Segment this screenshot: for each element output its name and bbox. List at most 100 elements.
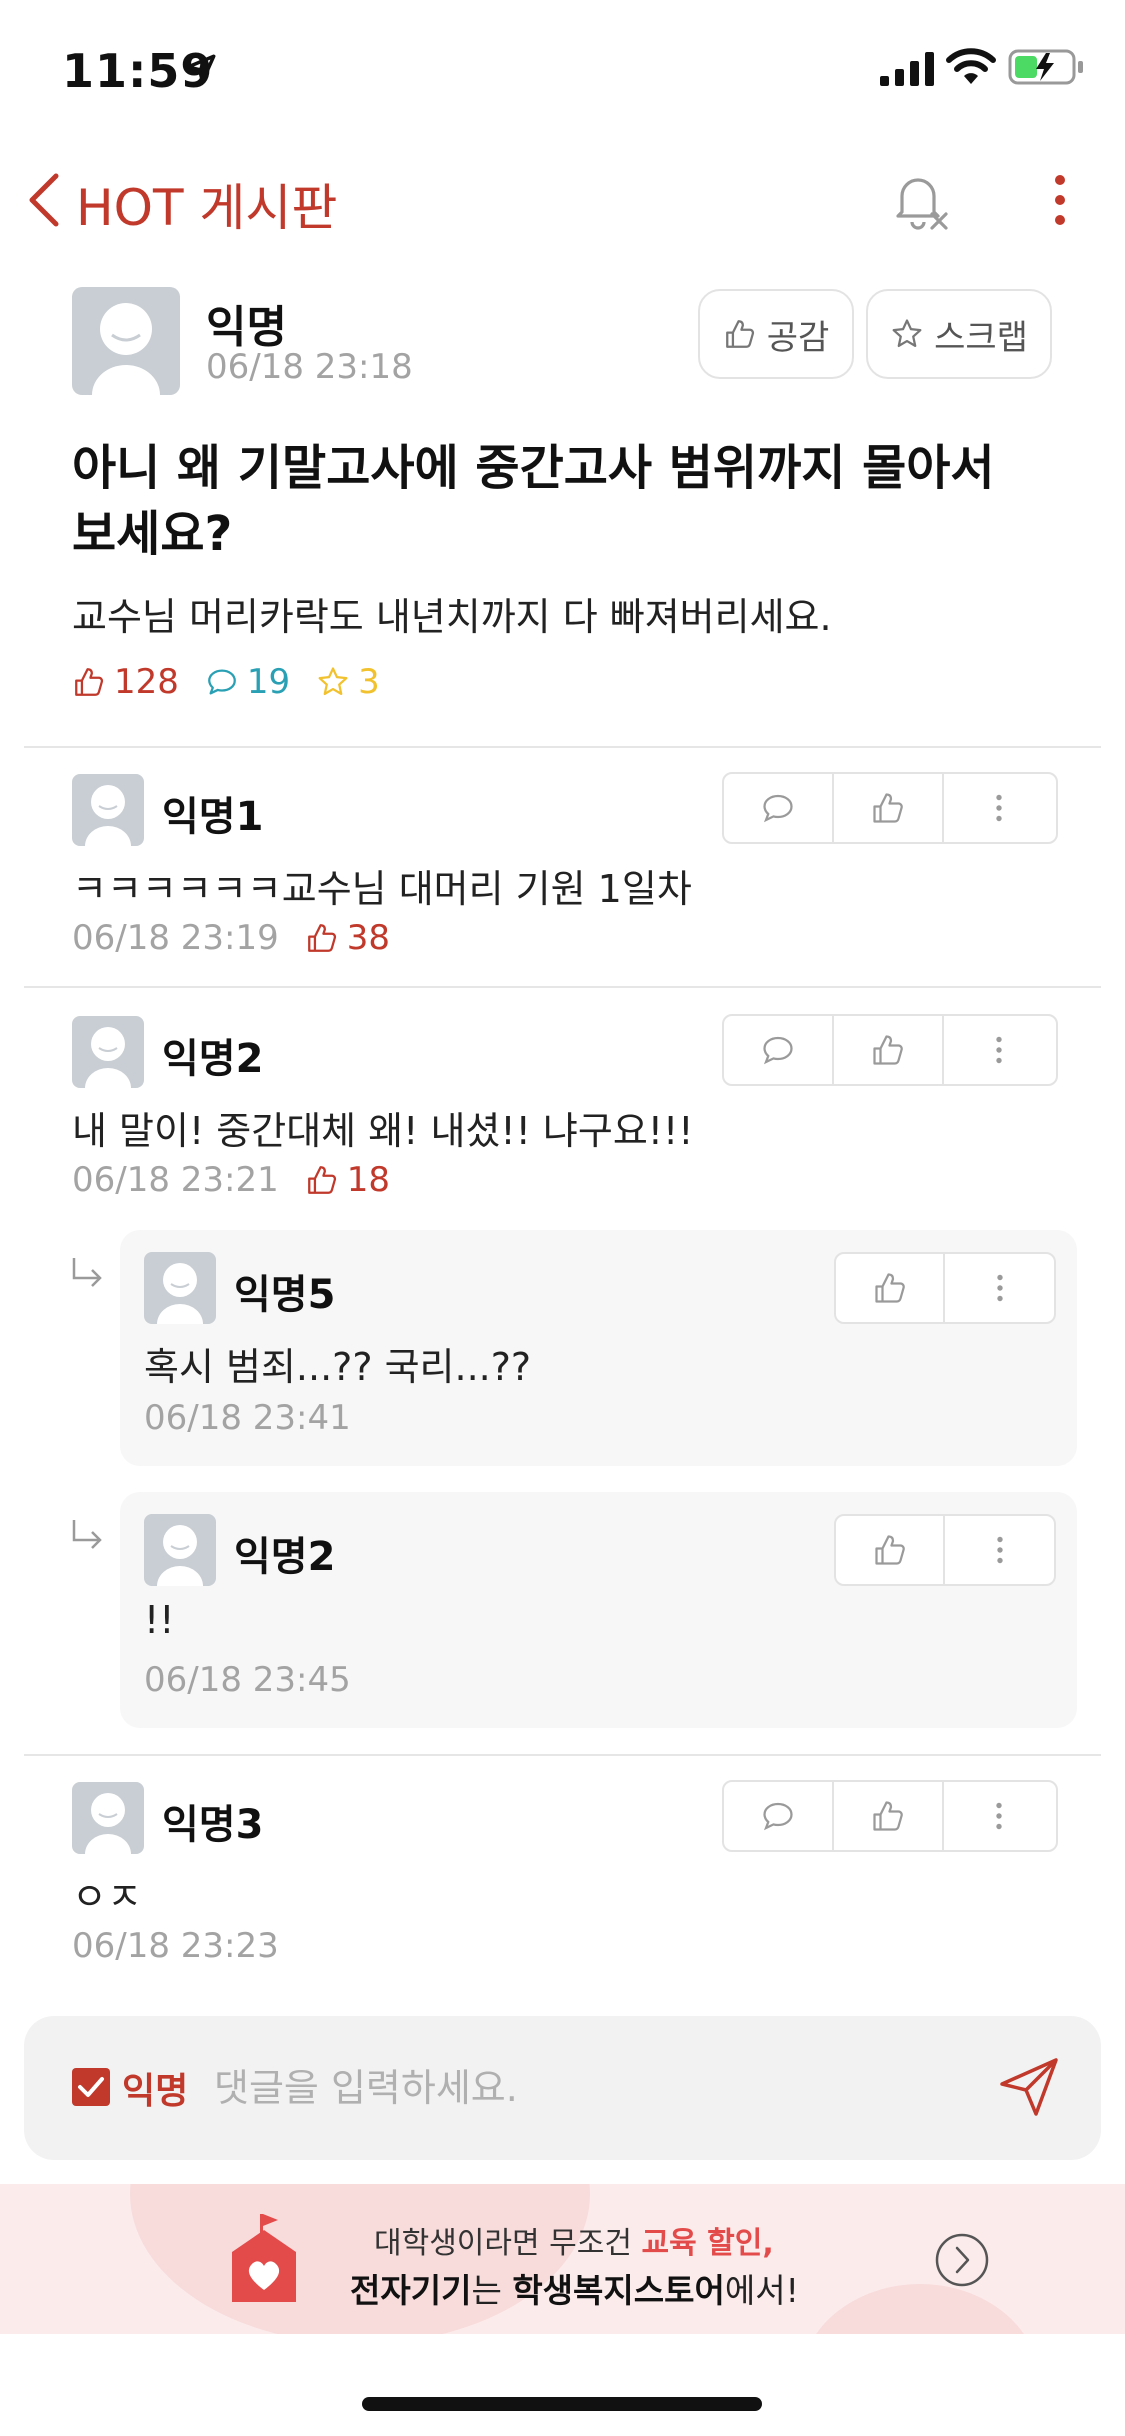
thumbs-up-icon — [307, 1166, 336, 1194]
more-vertical-icon — [996, 1036, 1002, 1064]
comment-author: 익명1 — [162, 794, 264, 840]
reply-button[interactable] — [724, 774, 834, 842]
comment-text: ㅇㅈ — [72, 1875, 142, 1919]
like-count-value: 128 — [114, 662, 179, 702]
comment-author: 익명2 — [162, 1036, 264, 1082]
comment-actions — [722, 1780, 1058, 1852]
scrap-button-label: 스크랩 — [934, 317, 1028, 358]
more-vertical-icon — [996, 1536, 1003, 1564]
comment-actions — [722, 1014, 1058, 1086]
reply-actions — [834, 1514, 1056, 1586]
comment-likes-value: 38 — [346, 918, 391, 958]
thumbs-up-icon — [307, 924, 336, 952]
more-vertical-icon — [996, 1802, 1002, 1830]
reply-text: !! — [144, 1598, 175, 1642]
thumbs-up-icon — [873, 793, 903, 823]
banner-text: 전자기기 — [350, 2271, 472, 2310]
avatar — [144, 1252, 216, 1324]
speech-bubble-icon — [763, 1036, 793, 1065]
reply-button[interactable] — [724, 1016, 834, 1084]
reply-button[interactable] — [724, 1782, 834, 1850]
battery-charging-icon — [1008, 49, 1083, 85]
thumbs-up-icon — [874, 1273, 905, 1303]
avatar — [72, 1782, 144, 1854]
reply-more-button[interactable] — [945, 1254, 1054, 1322]
post-author: 익명 — [206, 302, 287, 353]
banner-text: 는 — [471, 2271, 513, 2310]
thumbs-up-icon — [725, 320, 754, 348]
comment-more-button[interactable] — [944, 774, 1054, 842]
comment-author: 익명3 — [162, 1802, 264, 1848]
reply-like-button[interactable] — [836, 1516, 946, 1584]
avatar — [72, 287, 180, 395]
divider — [24, 746, 1101, 748]
signal-icon — [880, 52, 934, 86]
speech-bubble-icon — [763, 794, 793, 823]
post-time: 06/18 23:18 — [206, 347, 413, 387]
scrap-count-value: 3 — [358, 662, 380, 702]
comment-like-button[interactable] — [834, 1782, 944, 1850]
post-body: 교수님 머리카락도 내년치까지 다 빠져버리세요. — [72, 595, 832, 639]
comment-like-button[interactable] — [834, 774, 944, 842]
reply-author: 익명2 — [234, 1534, 336, 1580]
reply-author: 익명5 — [234, 1272, 336, 1318]
thumbs-up-icon — [873, 1801, 903, 1831]
more-vertical-icon — [996, 794, 1002, 822]
home-indicator — [362, 2397, 762, 2411]
reply-time: 06/18 23:41 — [144, 1398, 351, 1438]
comment-input[interactable] — [214, 2056, 994, 2120]
comment-text: ㅋㅋㅋㅋㅋㅋ교수님 대머리 기원 1일차 — [72, 867, 692, 911]
status-bar: 11:59 — [0, 0, 1125, 140]
wifi-icon — [946, 48, 996, 84]
comment: 익명2 내 말이! 중간대체 왜! 내셨!! 냐구요!!! 06/18 23:2… — [0, 1012, 1125, 1212]
comment-likes: 18 — [305, 1160, 390, 1200]
scrap-button[interactable]: 스크랩 — [866, 289, 1052, 379]
like-button[interactable]: 공감 — [698, 289, 854, 379]
thumbs-up-icon — [75, 668, 104, 696]
banner-text: 학생복지스토어 — [512, 2271, 725, 2310]
banner-text: 에서! — [724, 2271, 799, 2310]
board-title: HOT 게시판 — [76, 179, 338, 237]
reply-more-button[interactable] — [945, 1516, 1054, 1584]
speech-bubble-icon — [208, 669, 236, 695]
like-count: 128 — [72, 662, 179, 702]
reply: 익명2 !! 06/18 23:45 — [120, 1492, 1077, 1728]
post-title: 아니 왜 기말고사에 중간고사 범위까지 몰아서 보세요? — [72, 440, 995, 562]
comment-actions — [722, 772, 1058, 844]
divider — [24, 1754, 1101, 1756]
anonymous-checkbox[interactable] — [72, 2068, 110, 2106]
comment-more-button[interactable] — [944, 1016, 1054, 1084]
banner-decoration — [800, 2284, 1040, 2334]
more-vertical-icon[interactable] — [1050, 170, 1070, 230]
location-arrow-icon — [186, 54, 216, 84]
more-vertical-icon — [996, 1274, 1003, 1302]
reply-time: 06/18 23:45 — [144, 1660, 351, 1700]
promo-banner[interactable]: 대학생이라면 무조건 교육 할인, 전자기기는 학생복지스토어에서! — [0, 2184, 1125, 2334]
avatar — [72, 774, 144, 846]
comment-input-bar: 익명 — [24, 2016, 1101, 2160]
speech-bubble-icon — [763, 1802, 793, 1831]
comment-time: 06/18 23:23 — [72, 1926, 279, 1966]
bell-off-icon[interactable] — [890, 168, 950, 232]
back-chevron-icon[interactable] — [24, 170, 64, 230]
star-icon — [318, 667, 348, 696]
avatar — [144, 1514, 216, 1586]
send-icon[interactable] — [996, 2054, 1062, 2120]
reply-like-button[interactable] — [836, 1254, 946, 1322]
reply: 익명5 혹시 범죄...?? 국리...?? 06/18 23:41 — [120, 1230, 1077, 1466]
chevron-right-circle-icon[interactable] — [934, 2232, 990, 2288]
thumbs-up-icon — [874, 1535, 905, 1565]
comment-like-button[interactable] — [834, 1016, 944, 1084]
comment-count-value: 19 — [246, 662, 291, 702]
comment-more-button[interactable] — [944, 1782, 1054, 1850]
scrap-count: 3 — [316, 662, 380, 702]
comment-likes: 38 — [305, 918, 390, 958]
comment-time: 06/18 23:19 — [72, 918, 279, 958]
reply-actions — [834, 1252, 1056, 1324]
banner-line-2: 전자기기는 학생복지스토어에서! — [350, 2264, 799, 2312]
thumbs-up-icon — [873, 1035, 903, 1065]
banner-text: 대학생이라면 무조건 — [374, 2226, 642, 2261]
nav-bar: HOT 게시판 — [0, 140, 1125, 260]
anonymous-label[interactable]: 익명 — [122, 2062, 188, 2114]
post-stats: 128 19 3 — [72, 660, 406, 704]
